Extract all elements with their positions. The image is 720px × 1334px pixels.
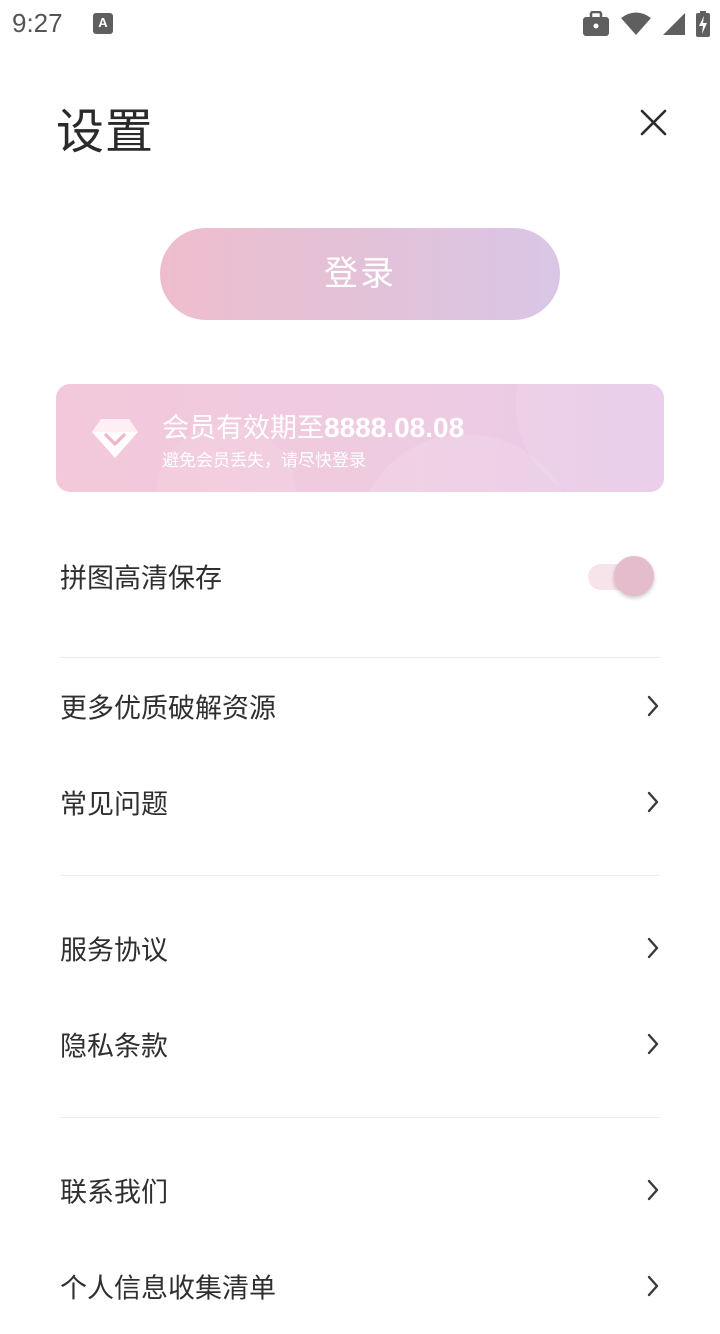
wifi-icon	[621, 12, 651, 35]
chevron-right-icon	[647, 1275, 659, 1297]
diamond-icon	[92, 419, 138, 458]
setting-row-personal-info-list[interactable]: 个人信息收集清单	[60, 1238, 660, 1334]
setting-row-contact-us[interactable]: 联系我们	[60, 1142, 660, 1238]
vip-expiry-date: 8888.08.08	[324, 412, 465, 443]
chevron-right-icon	[647, 1033, 659, 1055]
chevron-right-icon	[647, 937, 659, 959]
login-button[interactable]: 登录	[160, 228, 560, 320]
setting-row-privacy[interactable]: 隐私条款	[60, 996, 660, 1092]
battery-charging-icon	[696, 11, 710, 37]
setting-label: 个人信息收集清单	[60, 1273, 276, 1305]
vip-title-prefix: 会员有效期至	[162, 413, 324, 444]
chevron-right-icon	[647, 695, 659, 717]
divider	[60, 875, 660, 876]
hd-save-toggle[interactable]	[588, 554, 654, 598]
setting-label: 联系我们	[60, 1177, 168, 1209]
setting-row-service-agreement[interactable]: 服务协议	[60, 900, 660, 996]
page-title: 设置	[56, 104, 155, 160]
toggle-thumb	[614, 556, 654, 596]
setting-label: 更多优质破解资源	[60, 693, 276, 725]
signal-icon	[663, 13, 685, 35]
vip-expiry-title: 会员有效期至8888.08.08	[162, 406, 464, 445]
status-bar: 9:27 A	[0, 0, 720, 48]
setting-label: 服务协议	[60, 935, 168, 967]
setting-row-hd-save: 拼图高清保存	[60, 528, 660, 624]
divider	[60, 1117, 660, 1118]
chevron-right-icon	[647, 791, 659, 813]
setting-row-faq[interactable]: 常见问题	[60, 754, 660, 850]
vip-subtitle: 避免会员丢失，请尽快登录	[162, 451, 366, 471]
chevron-right-icon	[647, 1179, 659, 1201]
vip-card[interactable]: 会员有效期至8888.08.08 避免会员丢失，请尽快登录	[56, 384, 664, 492]
setting-label: 常见问题	[60, 789, 168, 821]
setting-label: 隐私条款	[60, 1031, 168, 1063]
setting-row-more-resources[interactable]: 更多优质破解资源	[60, 658, 660, 754]
status-icons	[582, 10, 710, 38]
close-button[interactable]	[630, 100, 676, 146]
setting-label: 拼图高清保存	[60, 563, 222, 595]
close-icon	[640, 109, 667, 136]
status-time: 9:27	[12, 8, 63, 38]
a-keyboard-icon: A	[93, 13, 113, 34]
briefcase-icon	[583, 11, 609, 36]
